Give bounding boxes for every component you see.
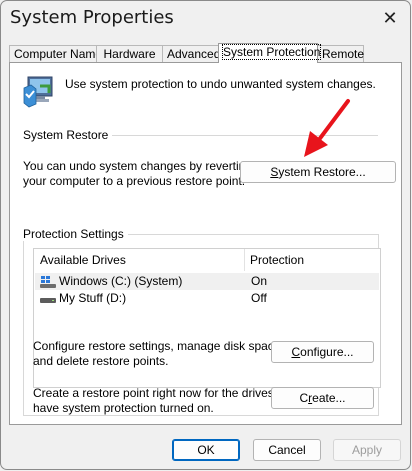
close-icon[interactable]: ✕	[380, 9, 400, 29]
system-restore-description-line2: your computer to a previous restore poin…	[23, 174, 246, 188]
drive-protection: On	[251, 274, 268, 288]
tab-advanced[interactable]: Advanced	[162, 45, 220, 62]
system-restore-button[interactable]: System Restore...	[240, 161, 396, 183]
system-restore-label: System Restore	[23, 128, 113, 142]
system-properties-window: System Properties ✕ Computer Name Hardwa…	[0, 0, 411, 470]
annotation-arrow	[304, 99, 350, 157]
create-description: Create a restore point right now for the…	[33, 386, 297, 416]
drive-icon	[40, 298, 56, 303]
system-restore-description-line1: You can undo system changes by reverting	[23, 159, 253, 173]
title-bar[interactable]: System Properties ✕	[1, 1, 410, 39]
protection-settings-label: Protection Settings	[23, 227, 128, 241]
column-header-available-drives[interactable]: Available Drives	[34, 249, 244, 271]
column-header-protection[interactable]: Protection	[244, 249, 374, 271]
windows-drive-icon	[40, 276, 56, 288]
drive-name: My Stuff (D:)	[59, 291, 127, 305]
apply-button[interactable]: Apply	[333, 439, 401, 461]
tab-computer-name[interactable]: Computer Name	[9, 45, 102, 62]
drive-protection: Off	[251, 291, 267, 305]
system-restore-description: You can undo system changes by reverting…	[23, 159, 252, 189]
drive-row-c[interactable]: Windows (C:) (System) On	[35, 273, 379, 290]
create-button[interactable]: Create...	[271, 387, 374, 409]
intro-text: Use system protection to undo unwanted s…	[65, 77, 376, 91]
tab-remote[interactable]: Remote	[317, 45, 364, 62]
system-protection-icon	[23, 76, 53, 108]
configure-description: Configure restore settings, manage disk …	[33, 339, 284, 369]
configure-description-line1: Configure restore settings, manage disk …	[33, 339, 284, 353]
window-title: System Properties	[10, 7, 174, 28]
tab-system-protection-label: System Protection	[221, 44, 322, 60]
tab-system-protection[interactable]: System Protection	[218, 43, 322, 63]
drive-row-d[interactable]: My Stuff (D:) Off	[35, 290, 379, 307]
drive-name: Windows (C:) (System)	[59, 274, 183, 288]
create-description-line2: have system protection turned on.	[33, 401, 214, 415]
configure-description-line2: and delete restore points.	[33, 354, 169, 368]
create-description-line1: Create a restore point right now for the…	[33, 386, 298, 400]
tab-hardware[interactable]: Hardware	[96, 45, 163, 62]
configure-button[interactable]: Configure...	[271, 341, 374, 363]
cancel-button[interactable]: Cancel	[253, 439, 321, 461]
ok-button[interactable]: OK	[172, 439, 240, 461]
